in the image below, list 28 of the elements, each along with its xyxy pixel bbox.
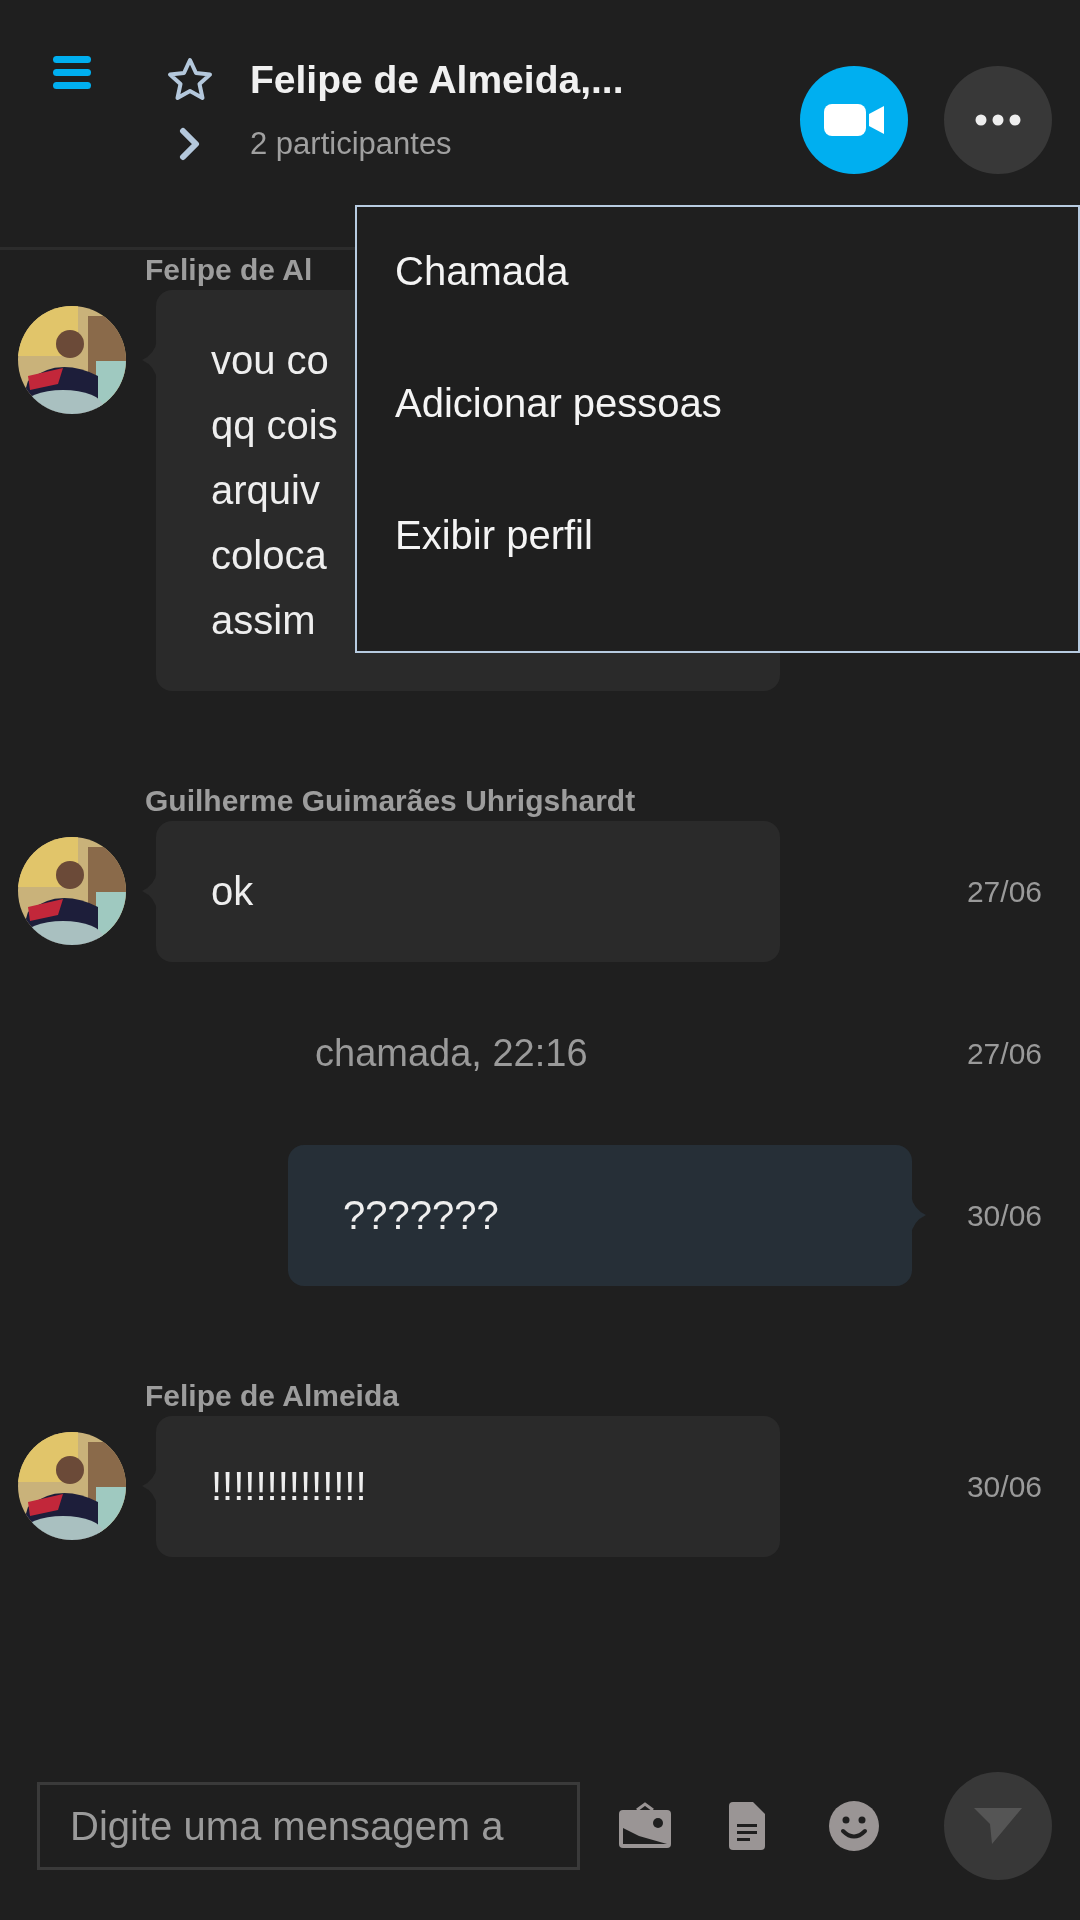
menu-item[interactable]: Chamada	[395, 245, 569, 297]
participants-count: 2 participantes	[250, 126, 453, 162]
message-input-field[interactable]: Digite uma mensagem a	[37, 1782, 580, 1870]
sender-name: Felipe de Al	[145, 252, 313, 288]
call-event-text: chamada, 22:16	[315, 1032, 588, 1075]
image-icon[interactable]	[617, 1802, 673, 1850]
sender-name: Felipe de Almeida	[145, 1378, 399, 1414]
video-camera-icon	[822, 102, 886, 138]
message-time: 27/06	[966, 874, 1042, 909]
message-time: 30/06	[966, 1469, 1042, 1504]
message-text: vou co	[211, 337, 329, 384]
send-icon	[972, 1806, 1024, 1846]
menu-item[interactable]: Adicionar pessoas	[395, 377, 722, 429]
message-text: arquiv	[211, 467, 320, 514]
chat-title: Felipe de Almeida,...	[250, 58, 624, 102]
message-text: ok	[211, 868, 254, 915]
message-time: 30/06	[966, 1198, 1042, 1233]
emoji-icon[interactable]	[829, 1801, 879, 1851]
message-text: assim	[211, 597, 316, 644]
more-dots-icon	[975, 114, 1021, 126]
message-time: 27/06	[966, 1036, 1042, 1071]
sender-name: Guilherme Guimarães Uhrigshardt	[145, 783, 636, 819]
document-icon[interactable]	[729, 1802, 765, 1850]
message-text: !!!!!!!!!!!!!!	[211, 1463, 367, 1510]
message-text: coloca	[211, 532, 327, 579]
message-text: ???????	[343, 1192, 499, 1239]
message-text: qq cois	[211, 402, 338, 449]
menu-item[interactable]: Exibir perfil	[395, 509, 593, 561]
